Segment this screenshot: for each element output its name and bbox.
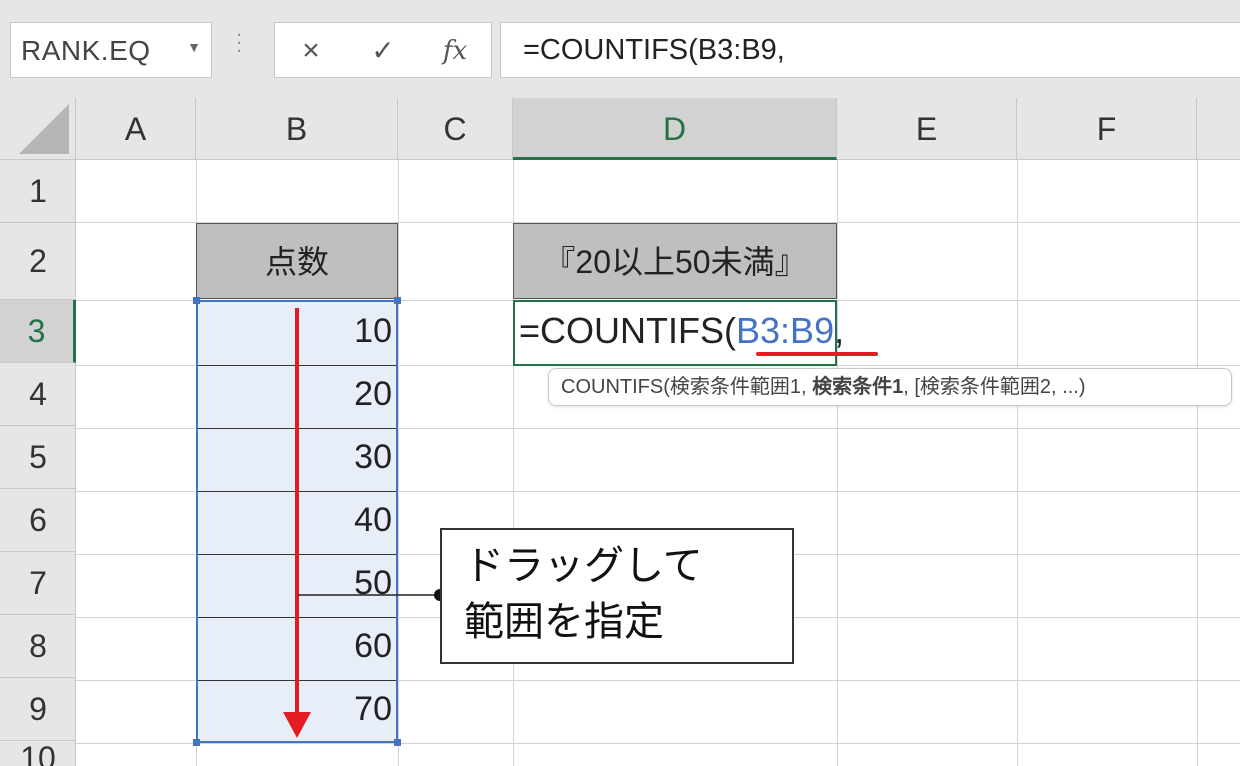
callout-box: ドラッグして 範囲を指定 <box>440 528 794 664</box>
callout-line-1: ドラッグして <box>464 544 703 588</box>
callout-line-2: 範囲を指定 <box>464 600 664 644</box>
drag-arrow-head <box>283 712 311 738</box>
